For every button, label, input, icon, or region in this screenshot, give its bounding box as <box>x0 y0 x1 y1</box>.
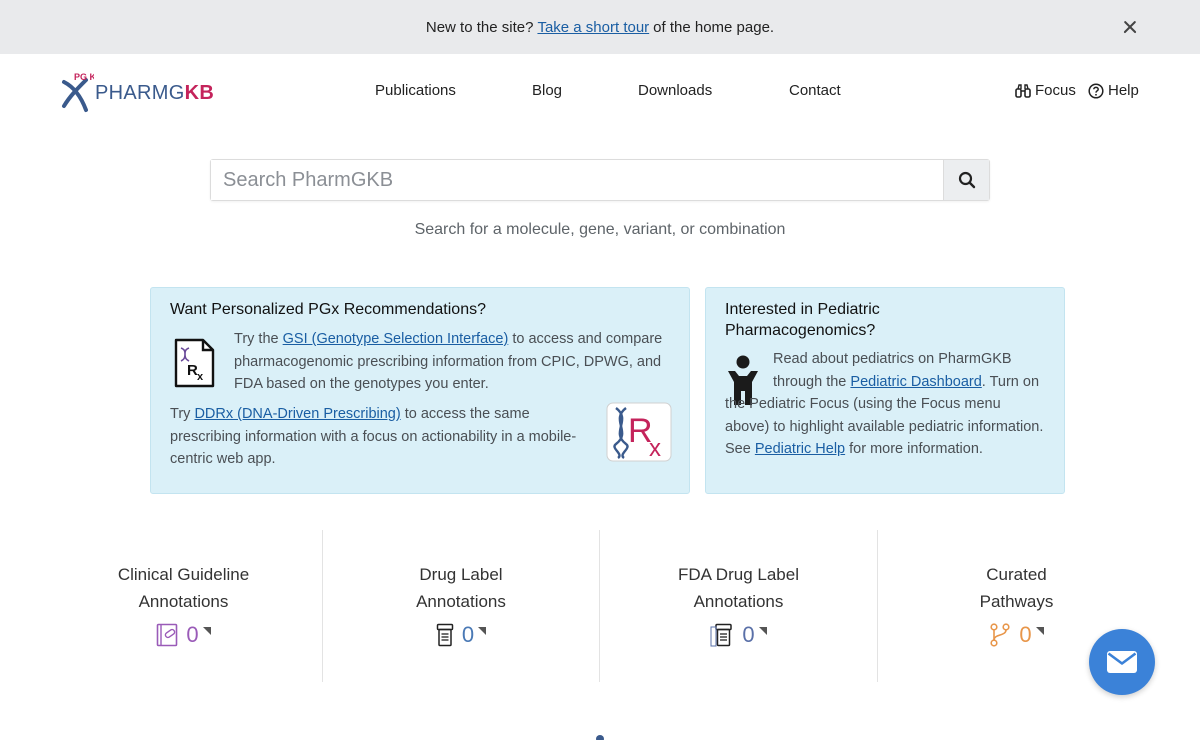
stat-fda-drug-label-annotations[interactable]: FDA Drug Label Annotations 0 <box>600 530 877 682</box>
search-icon <box>958 171 975 189</box>
dropdown-caret-icon[interactable] <box>758 627 767 635</box>
stat-title: Clinical Guideline Annotations <box>117 565 250 611</box>
stat-count: 0 <box>600 622 877 648</box>
search-hint: Search for a molecule, gene, variant, or… <box>414 221 786 238</box>
pediatric-dashboard-link[interactable]: Pediatric Dashboard <box>850 374 981 390</box>
nav-publications[interactable]: Publications <box>375 82 456 99</box>
stat-number: 0 <box>461 622 475 647</box>
clipboard-pill-icon <box>157 623 178 647</box>
gsi-link[interactable]: GSI (Genotype Selection Interface) <box>283 331 509 347</box>
dropdown-caret-icon[interactable] <box>202 627 211 635</box>
pediatric-help-link[interactable]: Pediatric Help <box>755 441 845 457</box>
stat-number: 0 <box>742 622 755 647</box>
nav-contact[interactable]: Contact <box>789 82 841 99</box>
help-circle-icon <box>1088 82 1104 99</box>
fda-label-icon <box>710 623 733 647</box>
ddrx-link[interactable]: DDRx (DNA-Driven Prescribing) <box>194 406 400 422</box>
pediatric-card-text: Read about pediatrics on PharmGKB throug… <box>725 351 1044 457</box>
svg-text:x: x <box>649 435 661 462</box>
search-box <box>210 159 990 201</box>
stat-number: 0 <box>186 622 199 647</box>
help-label: Help <box>1108 82 1139 99</box>
binoculars-icon <box>1015 83 1031 98</box>
search-input[interactable] <box>211 160 943 200</box>
help-button[interactable]: Help <box>1088 82 1139 99</box>
search-button[interactable] <box>943 160 989 200</box>
stat-title: Curated Pathways <box>979 565 1054 611</box>
tour-prefix: New to the site? <box>425 18 534 36</box>
focus-label: Focus <box>1035 82 1076 99</box>
contact-mail-button[interactable] <box>1089 629 1155 695</box>
logo-mark-text: PG KB <box>74 72 94 82</box>
nav-downloads[interactable]: Downloads <box>638 82 712 99</box>
pathway-icon <box>990 623 1010 647</box>
ddrx-logo-icon[interactable]: R x <box>606 402 672 462</box>
dropdown-caret-icon[interactable] <box>1035 627 1044 635</box>
stat-drug-label-annotations[interactable]: Drug Label Annotations 0 <box>323 530 599 682</box>
focus-button[interactable]: Focus <box>1015 82 1076 99</box>
close-icon[interactable] <box>1118 15 1142 39</box>
pgx-card-text-2: Try DDRx (DNA-Driven Prescribing) to acc… <box>170 406 577 467</box>
pgx-card: Want Personalized PGx Recommendations? R… <box>150 287 690 494</box>
stat-number: 0 <box>1019 622 1032 647</box>
dropdown-caret-icon[interactable] <box>478 627 487 635</box>
pill-bottle-icon <box>436 623 454 647</box>
pgx-card-text-1: Try the GSI (Genotype Selection Interfac… <box>234 331 663 392</box>
nav-blog[interactable]: Blog <box>532 82 562 99</box>
envelope-icon <box>1107 651 1137 673</box>
stat-title: Drug Label Annotations <box>416 565 506 611</box>
tour-banner: New to the site? Take a short tour of th… <box>0 0 1200 54</box>
header: PG KB PHARMGKB Publications Blog Downloa… <box>0 54 1200 130</box>
stat-count: 0 <box>323 622 599 648</box>
tour-link[interactable]: Take a short tour <box>537 19 649 36</box>
tour-suffix: of the home page. <box>653 18 775 36</box>
stat-title: FDA Drug Label Annotations <box>678 565 799 611</box>
pediatric-card: Interested in Pediatric Pharmacogenomics… <box>705 287 1065 494</box>
stat-count: 0 <box>45 622 322 648</box>
svg-text:x: x <box>197 371 204 383</box>
scroll-indicator <box>596 735 604 740</box>
pgx-card-title: Want Personalized PGx Recommendations? <box>170 301 486 318</box>
pediatric-card-title: Interested in Pediatric Pharmacogenomics… <box>725 301 880 339</box>
stat-clinical-guideline-annotations[interactable]: Clinical Guideline Annotations 0 <box>45 530 322 682</box>
gsi-document-icon: R x <box>174 338 215 388</box>
